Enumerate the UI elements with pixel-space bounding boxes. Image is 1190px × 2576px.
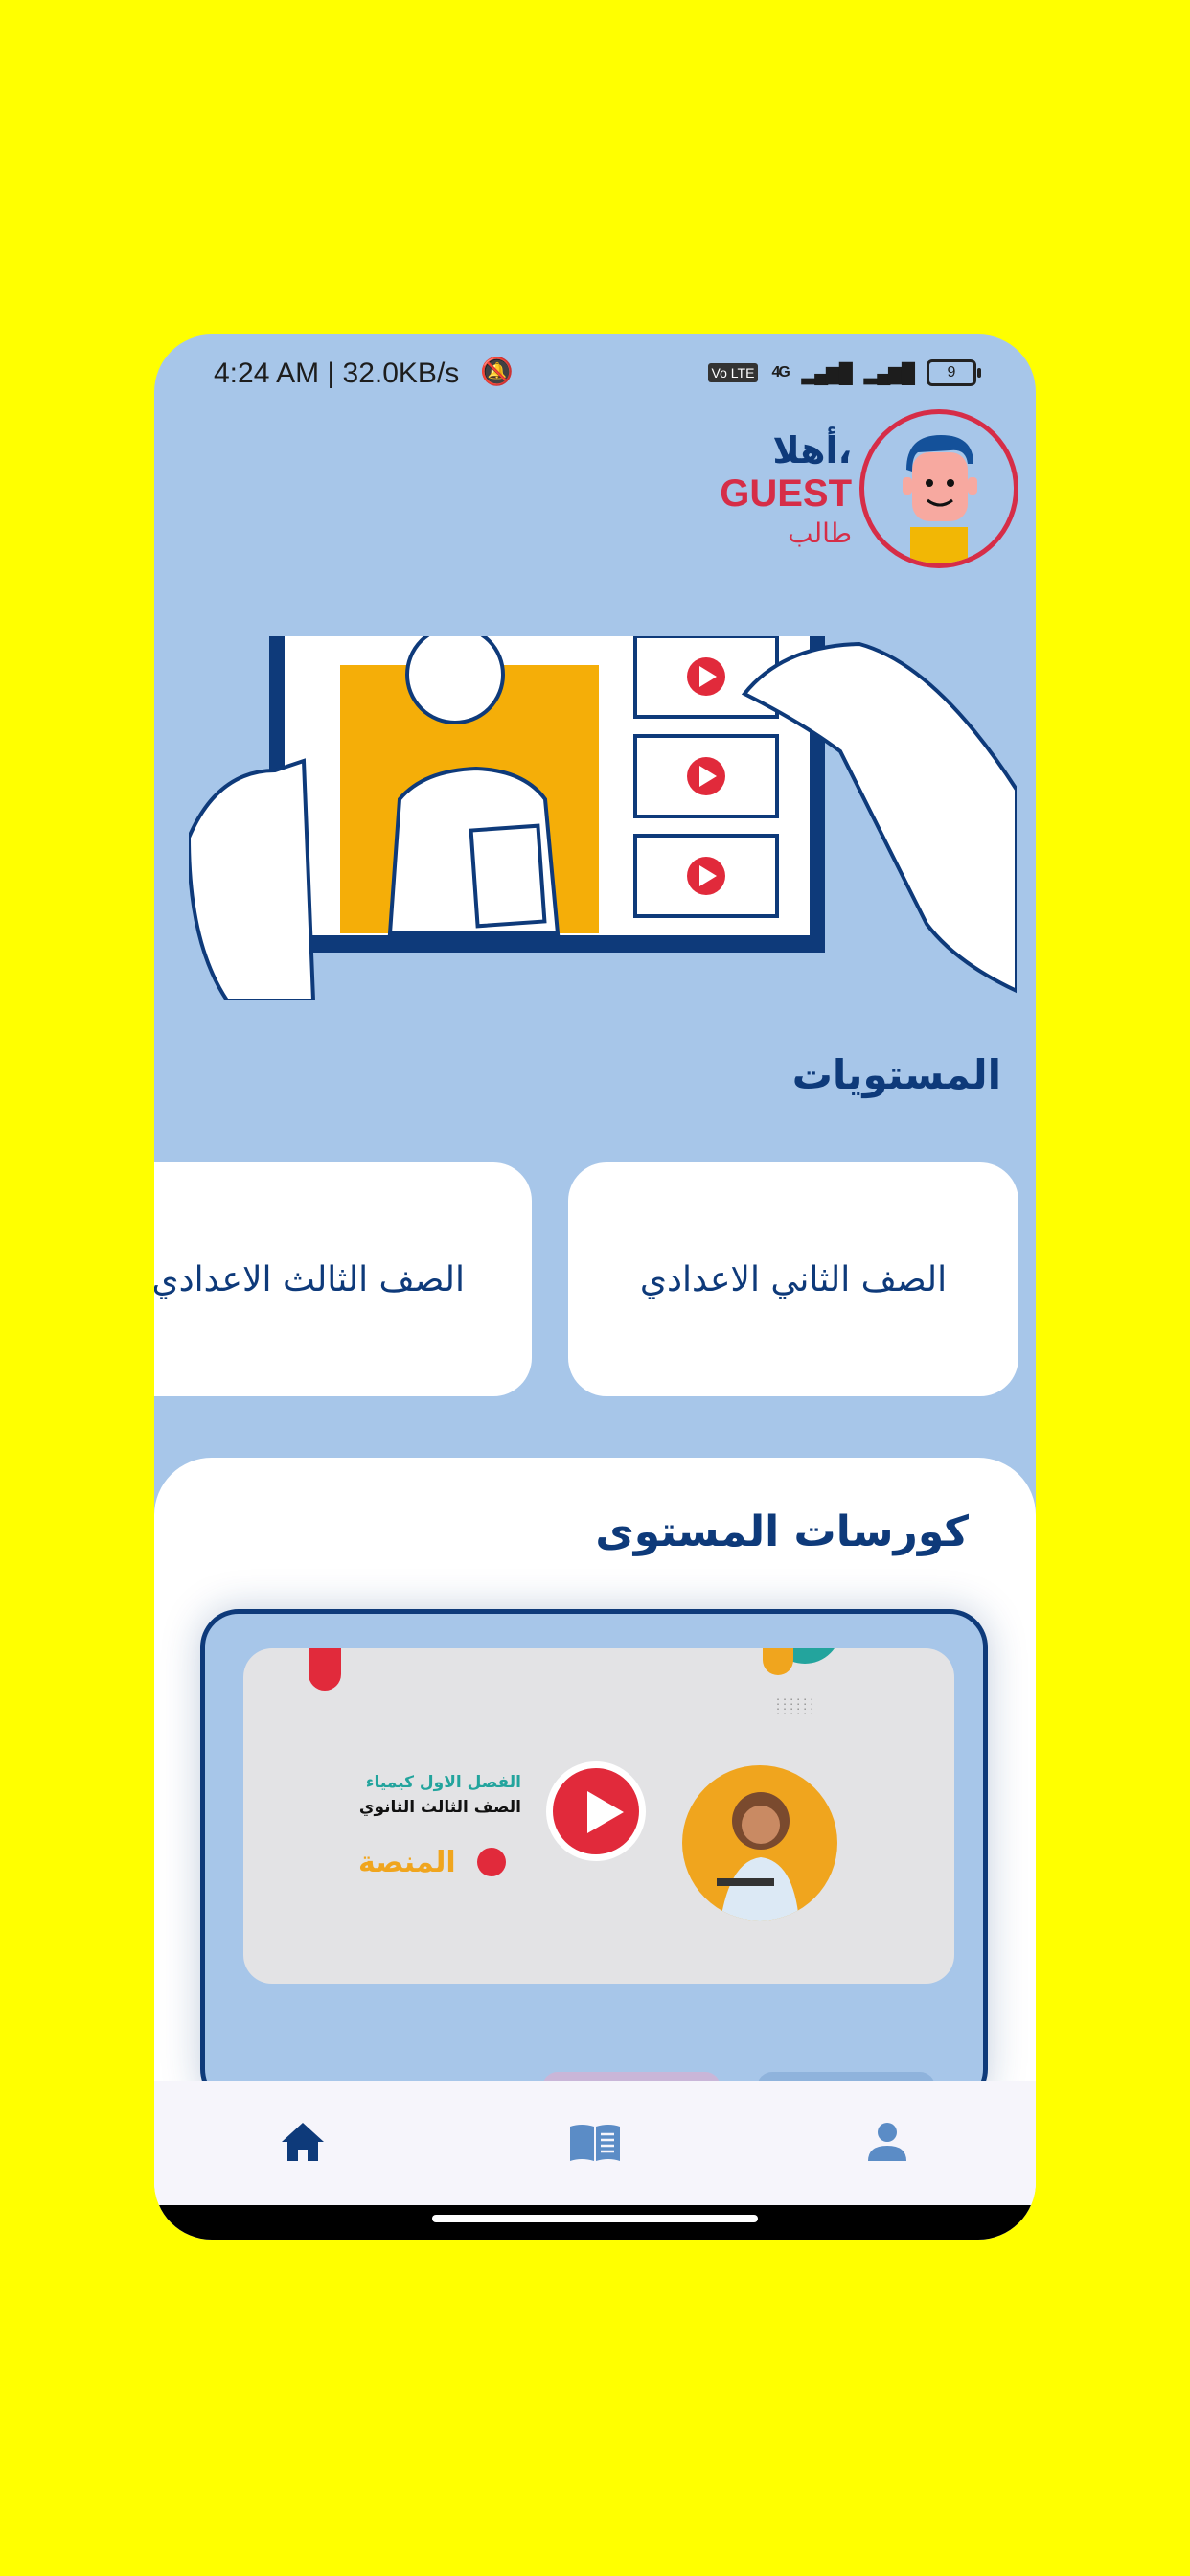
signal-icon-2: ▂▄▆█ xyxy=(863,362,915,384)
brand-dot xyxy=(477,1848,506,1876)
user-role: طالب xyxy=(788,518,852,549)
play-icon[interactable] xyxy=(546,1761,646,1861)
course-brand: المنصة xyxy=(358,1846,456,1879)
level-label: الصف الثالث الاعدادي xyxy=(154,1259,465,1300)
battery-icon: 9 xyxy=(927,359,981,386)
person-icon xyxy=(868,2123,906,2161)
bottom-navigation xyxy=(154,2081,1036,2205)
levels-title: المستويات xyxy=(791,1051,1001,1098)
course-thumbnail[interactable]: :::::::::::: الفصل الاول كيمياء الصف الث… xyxy=(243,1648,954,1984)
book-icon xyxy=(570,2125,620,2161)
status-time: 4:24 AM | 32.0KB/s xyxy=(214,357,460,389)
volte-icon: Vo LTE xyxy=(707,363,759,382)
decor-shape xyxy=(309,1648,341,1690)
nav-home[interactable] xyxy=(274,2113,332,2171)
status-right: Vo LTE 4G ▂▄▆█ ▂▄▆█ 9 xyxy=(707,359,981,386)
mute-icon: 🔕 xyxy=(480,356,514,386)
greeting-text: أهلا، xyxy=(772,429,852,472)
user-name: GUEST xyxy=(720,472,852,515)
course-subject: الفصل الاول كيمياء xyxy=(365,1773,521,1792)
level-card-second-prep[interactable]: الصف الثاني الاعدادي xyxy=(568,1162,1018,1396)
decor-dots: :::::::::::: xyxy=(776,1694,817,1717)
course-card[interactable]: :::::::::::: الفصل الاول كيمياء الصف الث… xyxy=(200,1609,988,2110)
greeting-block: أهلا، GUEST طالب xyxy=(720,430,852,551)
level-label: الصف الثاني الاعدادي xyxy=(639,1259,948,1300)
level-card-third-prep[interactable]: الصف الثالث الاعدادي xyxy=(154,1162,532,1396)
phone-screen: 4:24 AM | 32.0KB/s 🔕 Vo LTE 4G ▂▄▆█ ▂▄▆█… xyxy=(154,334,1036,2240)
course-grade: الصف الثالث الثانوي xyxy=(358,1798,521,1817)
network-label: 4G xyxy=(771,364,790,380)
gesture-bar xyxy=(154,2205,1036,2240)
hero-illustration xyxy=(186,625,1018,1002)
avatar-icon xyxy=(903,435,977,564)
home-indicator[interactable] xyxy=(432,2215,758,2222)
courses-title: كورسات المستوى xyxy=(595,1507,969,1556)
levels-carousel[interactable]: الصف الثاني الاعدادي الصف الثالث الاعداد… xyxy=(154,1162,1036,1396)
nav-courses[interactable] xyxy=(566,2113,624,2171)
decor-shape xyxy=(763,1648,793,1675)
signal-icon: ▂▄▆█ xyxy=(801,362,853,384)
profile-header[interactable]: أهلا، GUEST طالب xyxy=(720,409,1018,568)
home-icon xyxy=(282,2123,324,2161)
status-bar: 4:24 AM | 32.0KB/s 🔕 Vo LTE 4G ▂▄▆█ ▂▄▆█… xyxy=(154,334,1036,411)
teacher-photo xyxy=(682,1765,837,1920)
avatar[interactable] xyxy=(859,409,1018,568)
nav-profile[interactable] xyxy=(858,2113,916,2171)
